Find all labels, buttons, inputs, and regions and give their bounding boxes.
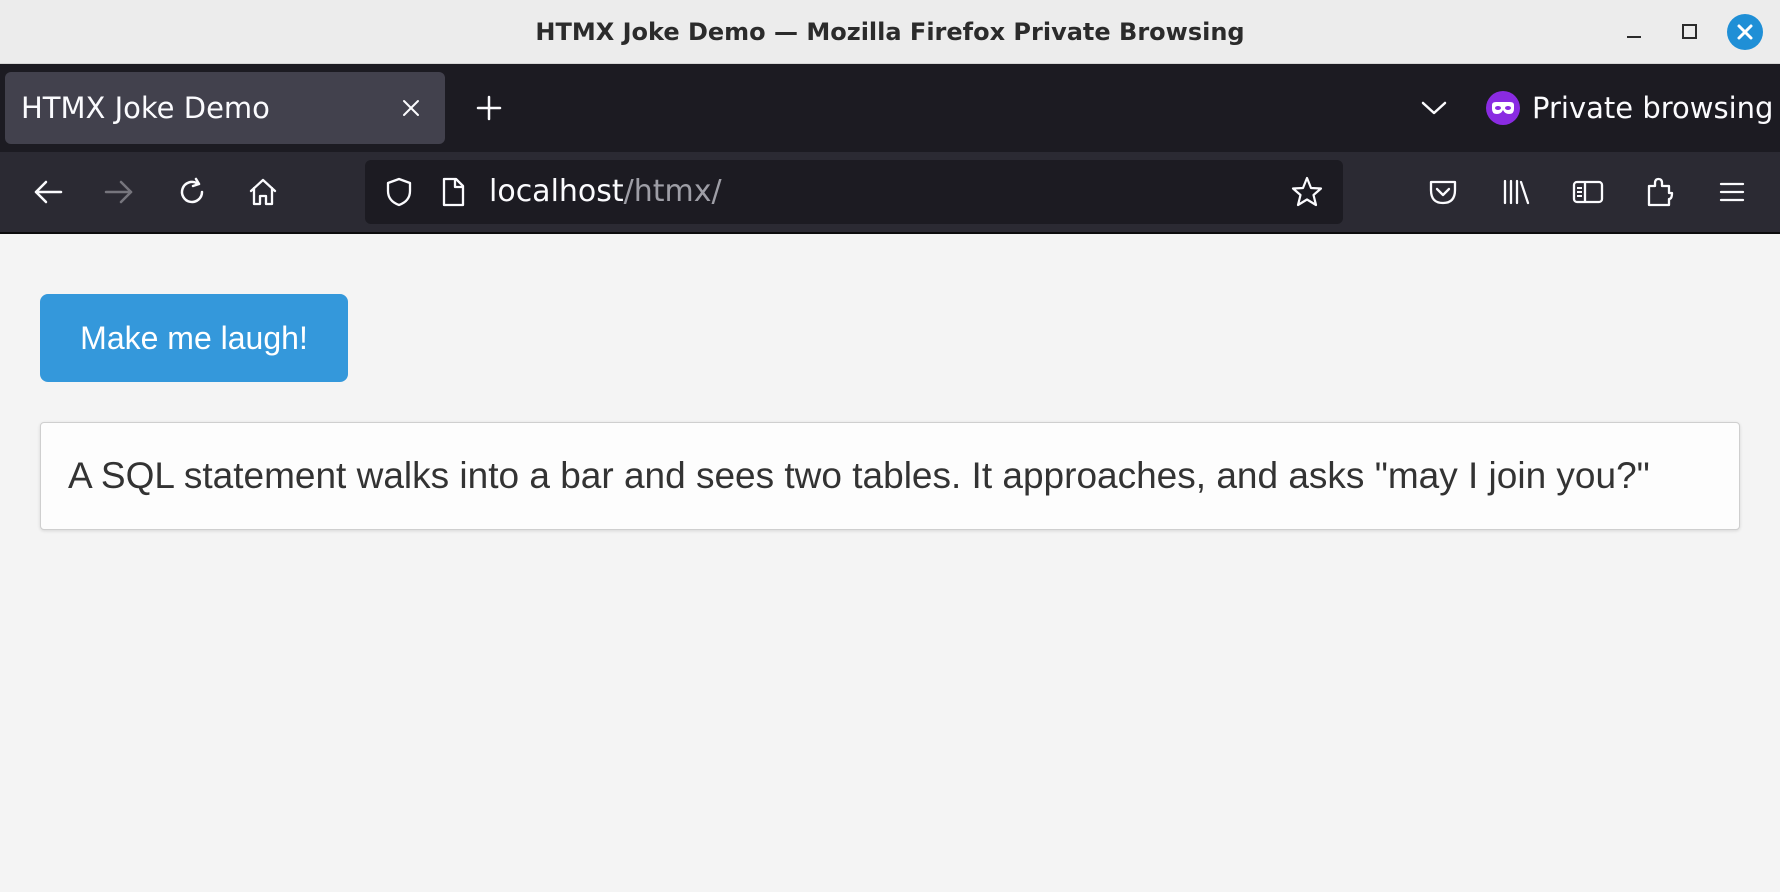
arrow-left-icon <box>34 180 63 204</box>
pocket-button[interactable] <box>1421 170 1465 214</box>
back-button[interactable] <box>26 170 70 214</box>
window-titlebar: HTMX Joke Demo — Mozilla Firefox Private… <box>0 0 1780 64</box>
extensions-button[interactable] <box>1638 170 1682 214</box>
url-text[interactable]: localhost/htmx/ <box>489 160 722 224</box>
reload-button[interactable] <box>170 170 214 214</box>
navigation-toolbar: localhost/htmx/ <box>0 152 1780 234</box>
joke-container: A SQL statement walks into a bar and see… <box>40 422 1740 530</box>
star-icon <box>1291 176 1323 207</box>
joke-text: A SQL statement walks into a bar and see… <box>68 455 1650 496</box>
pocket-icon <box>1429 180 1457 205</box>
forward-button[interactable] <box>97 170 141 214</box>
tracking-protection-button[interactable] <box>381 174 417 210</box>
new-tab-button[interactable] <box>471 86 507 130</box>
tab-htmx-joke-demo[interactable]: HTMX Joke Demo <box>5 72 445 144</box>
site-info-button[interactable] <box>435 174 471 210</box>
reload-icon <box>180 177 204 204</box>
sidebar-icon <box>1572 180 1604 204</box>
list-all-tabs-button[interactable] <box>1416 86 1452 130</box>
arrow-right-icon <box>104 180 133 204</box>
url-path: /htmx/ <box>623 174 722 209</box>
chevron-down-icon <box>1421 101 1447 115</box>
menu-icon <box>1719 182 1745 202</box>
tab-strip: HTMX Joke Demo Private browsing <box>0 64 1780 152</box>
plus-icon <box>476 95 502 121</box>
close-icon <box>403 100 419 116</box>
close-icon <box>1737 24 1753 40</box>
library-button[interactable] <box>1494 170 1538 214</box>
maximize-icon <box>1682 24 1697 39</box>
minimize-button[interactable] <box>1616 14 1652 50</box>
page-icon <box>442 177 465 207</box>
page-content: Make me laugh! A SQL statement walks int… <box>0 234 1780 892</box>
close-window-circle <box>1727 14 1763 50</box>
window-title: HTMX Joke Demo — Mozilla Firefox Private… <box>535 18 1245 46</box>
bookmark-button[interactable] <box>1289 174 1325 210</box>
url-host: localhost <box>489 174 624 209</box>
main-menu-button[interactable] <box>1710 170 1754 214</box>
make-me-laugh-button[interactable]: Make me laugh! <box>40 294 348 382</box>
private-browsing-indicator: Private browsing <box>1486 84 1773 132</box>
maximize-button[interactable] <box>1672 14 1708 50</box>
sidebar-button[interactable] <box>1566 170 1610 214</box>
tab-close-button[interactable] <box>397 94 425 122</box>
private-mask-icon <box>1486 91 1520 125</box>
shield-icon <box>386 177 412 207</box>
close-window-button[interactable] <box>1727 14 1763 50</box>
home-icon <box>249 178 277 206</box>
home-button[interactable] <box>241 170 285 214</box>
extensions-icon <box>1647 177 1674 207</box>
private-browsing-label: Private browsing <box>1532 91 1774 125</box>
url-bar[interactable]: localhost/htmx/ <box>365 160 1343 224</box>
tab-title: HTMX Joke Demo <box>21 91 270 125</box>
minimize-icon <box>1627 36 1641 38</box>
library-icon <box>1503 179 1530 205</box>
